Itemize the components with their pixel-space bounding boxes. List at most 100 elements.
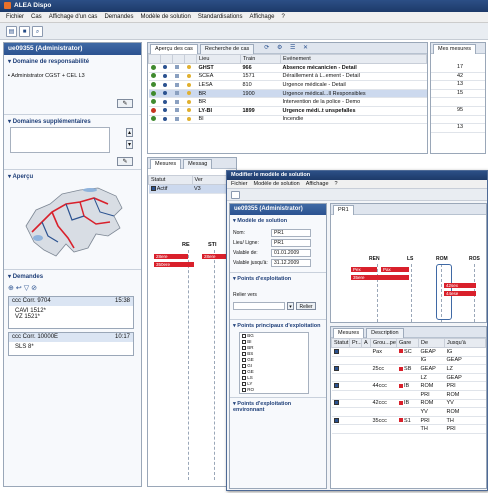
- menu-standardisations[interactable]: Standardisations: [198, 14, 243, 20]
- dialog-menu-fichier[interactable]: Fichier: [231, 181, 248, 187]
- my-measure-row[interactable]: 15: [431, 90, 485, 99]
- case-row[interactable]: BR Intervention de la police - Demo: [148, 97, 427, 107]
- point-checkbox[interactable]: [242, 381, 246, 386]
- col-header-jusqua[interactable]: Jusqu'à: [444, 338, 486, 348]
- measure-checkbox[interactable]: [333, 400, 339, 406]
- switzerland-map[interactable]: [18, 182, 130, 262]
- case-row[interactable]: SCEA 1571 Déraillement à L..ement - Detail: [148, 72, 427, 82]
- measure-bar[interactable]: 35ere: [351, 275, 409, 280]
- field-input[interactable]: PR1: [271, 229, 311, 237]
- case-row[interactable]: LY-BI 1899 Urgence médi..t unspefalles: [148, 106, 427, 116]
- supp-list[interactable]: [10, 127, 110, 153]
- col-header-status[interactable]: Statut: [148, 175, 193, 185]
- measure-row[interactable]: 25cc SB GEAP LZ: [331, 364, 486, 374]
- point-checkbox[interactable]: [242, 351, 246, 356]
- measure-row[interactable]: LZ GEAP: [331, 373, 486, 383]
- my-measure-row[interactable]: [431, 116, 485, 125]
- col-header-groupe[interactable]: Grou...pe: [370, 338, 397, 348]
- measure-bar[interactable]: 42sex: [444, 283, 476, 288]
- request-card[interactable]: ccc Corr. 10000E 10:17 SLS 8*: [8, 332, 134, 356]
- measure-row[interactable]: PRI ROM: [331, 390, 486, 400]
- relier-select[interactable]: [233, 302, 285, 310]
- request-card[interactable]: ccc Corr. 9704 15:38 CAVI 1512* VZ 1521*: [8, 296, 134, 329]
- menu-cas[interactable]: Cas: [31, 14, 42, 20]
- measure-row[interactable]: TH PRI: [331, 424, 486, 434]
- col-header-a[interactable]: A: [361, 338, 371, 348]
- tab-cases-overview[interactable]: Aperçu des cas: [150, 44, 198, 54]
- col-header-statut[interactable]: Statut: [331, 338, 350, 348]
- new-case-icon[interactable]: ▤: [6, 26, 17, 37]
- col-header[interactable]: [160, 54, 173, 64]
- menu-help[interactable]: ?: [281, 14, 284, 20]
- measure-bar[interactable]: Pax: [381, 267, 409, 272]
- col-header-de[interactable]: De: [418, 338, 445, 348]
- principal-point-item[interactable]: RO: [240, 387, 308, 393]
- measure-checkbox[interactable]: [333, 383, 339, 389]
- point-checkbox[interactable]: [242, 345, 246, 350]
- col-header-gare[interactable]: Gare: [396, 338, 419, 348]
- select-chevron-down-icon[interactable]: ▾: [287, 302, 294, 310]
- dialog-menu-help[interactable]: ?: [335, 181, 338, 187]
- menu-modele-solution[interactable]: Modèle de solution: [140, 14, 190, 20]
- menu-demandes[interactable]: Demandes: [104, 14, 133, 20]
- relier-button[interactable]: Relier: [296, 302, 316, 310]
- menu-fichier[interactable]: Fichier: [6, 14, 24, 20]
- measure-bar[interactable]: 350ere: [154, 262, 194, 267]
- point-checkbox[interactable]: [242, 375, 246, 380]
- tab-diagram[interactable]: PR1: [333, 205, 354, 215]
- col-header-lieu[interactable]: Lieu: [196, 54, 241, 64]
- my-measure-row[interactable]: 95: [431, 107, 485, 116]
- case-row[interactable]: BR 1900 Urgence médical...Il Responsibles: [148, 89, 427, 99]
- table-row[interactable]: Actif V3: [148, 184, 236, 194]
- tab-dialog-measures[interactable]: Mesures: [333, 328, 365, 338]
- point-checkbox[interactable]: [242, 339, 246, 344]
- point-checkbox[interactable]: [242, 363, 246, 368]
- my-measure-row[interactable]: 42: [431, 73, 485, 82]
- measure-checkbox[interactable]: [333, 366, 339, 372]
- row-checkbox[interactable]: [150, 185, 156, 191]
- my-measure-row[interactable]: 13: [431, 81, 485, 90]
- col-header-train[interactable]: Train: [240, 54, 281, 64]
- add-request-icon[interactable]: ⊕: [8, 285, 16, 292]
- point-checkbox[interactable]: [242, 369, 246, 374]
- measure-bar[interactable]: 28ere: [154, 254, 188, 259]
- field-input[interactable]: 31.12.2009: [271, 259, 311, 267]
- case-row[interactable]: GHST 966 Absence mécanicien - Detail: [148, 63, 427, 73]
- my-measure-row[interactable]: 17: [431, 64, 485, 73]
- case-row[interactable]: LESA 810 Urgence médicale - Detail: [148, 80, 427, 90]
- point-checkbox[interactable]: [242, 387, 246, 392]
- measure-bar[interactable]: Pex: [351, 267, 377, 272]
- menu-affichage[interactable]: Affichage: [250, 14, 275, 20]
- measure-row[interactable]: 44ccc IB ROM PRI: [331, 381, 486, 391]
- cases-toolbar-icons[interactable]: ⟳ ⚙ ☰ ✕: [264, 44, 311, 52]
- measure-bar[interactable]: 44ese: [444, 291, 476, 296]
- field-input[interactable]: 01.01.2009: [271, 249, 311, 257]
- col-header[interactable]: [184, 54, 197, 64]
- scroll-up-icon[interactable]: ▴: [126, 128, 133, 137]
- col-header[interactable]: [172, 54, 185, 64]
- edit-resp-button[interactable]: ✎: [117, 99, 133, 108]
- folder-icon[interactable]: ■: [19, 26, 30, 37]
- point-checkbox[interactable]: [242, 333, 246, 338]
- col-header-priority[interactable]: Pr...: [349, 338, 362, 348]
- my-measure-row[interactable]: [431, 98, 485, 107]
- reply-icon[interactable]: ↩: [16, 285, 24, 292]
- menu-affichage-cas[interactable]: Affichage d'un cas: [49, 14, 98, 20]
- col-header[interactable]: [148, 54, 161, 64]
- measure-row[interactable]: Pax SC GEAP IG: [331, 347, 486, 357]
- tab-case-search[interactable]: Recherche de cas: [199, 44, 255, 54]
- search-icon[interactable]: ⌕: [32, 26, 43, 37]
- col-header-event[interactable]: Evénement: [280, 54, 427, 64]
- tab-mesures[interactable]: Mesures: [150, 159, 182, 169]
- dialog-menu-affichage[interactable]: Affichage: [306, 181, 329, 187]
- measure-row[interactable]: 35ccc S1 PRI TH: [331, 416, 486, 426]
- tab-my-measures[interactable]: Mes mesures: [433, 44, 477, 54]
- dialog-menu-modele[interactable]: Modèle de solution: [254, 181, 300, 187]
- my-measure-row[interactable]: 13: [431, 124, 485, 133]
- measure-row[interactable]: 42ccc IB ROM YV: [331, 399, 486, 409]
- case-row[interactable]: BI Incendie: [148, 115, 427, 125]
- save-icon[interactable]: [231, 191, 240, 199]
- measure-row[interactable]: IG GEAP: [331, 356, 486, 366]
- scroll-down-icon[interactable]: ▾: [126, 140, 133, 149]
- field-input[interactable]: PR1: [271, 239, 311, 247]
